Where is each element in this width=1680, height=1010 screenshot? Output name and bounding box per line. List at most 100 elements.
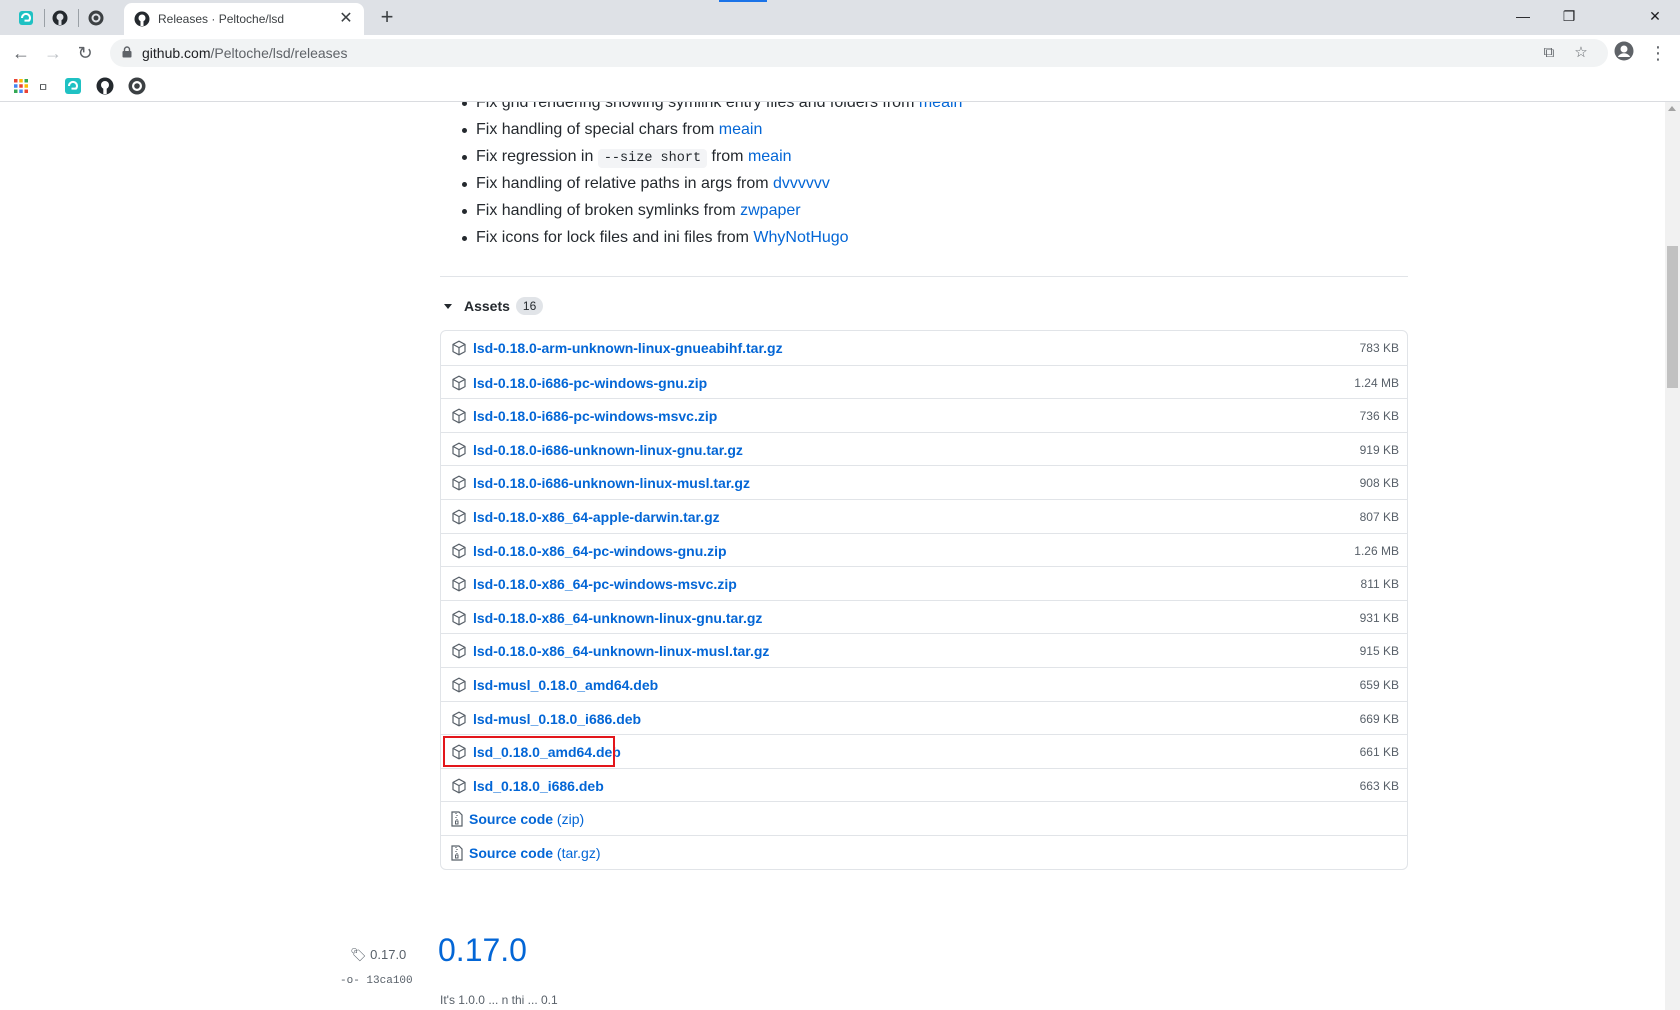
asset-row: lsd-0.18.0-x86_64-pc-windows-msvc.zip 811… — [441, 566, 1407, 600]
asset-row: lsd_0.18.0_i686.deb 663 KB — [441, 767, 1407, 802]
scroll-up-arrow-icon[interactable] — [1668, 106, 1676, 111]
divider — [440, 276, 1408, 277]
asset-row: lsd-musl_0.18.0_i686.deb 669 KB — [441, 700, 1407, 735]
tab-title: Releases · Peltoche/lsd — [158, 12, 285, 26]
commit-label[interactable]: -o- 13ca100 — [340, 975, 413, 987]
author-link[interactable]: meain — [719, 121, 763, 138]
tab-drag-indicator — [719, 0, 767, 2]
package-icon — [452, 543, 466, 558]
minimize-button[interactable]: — — [1500, 4, 1546, 28]
author-link[interactable]: meain — [919, 102, 963, 111]
page-scrollbar[interactable] — [1665, 102, 1680, 1010]
asset-size: 807 KB — [1359, 509, 1399, 524]
back-button[interactable]: ← — [9, 41, 33, 65]
package-icon — [452, 475, 466, 491]
bookmarks-bar: ㅁ — [0, 71, 1680, 102]
author-link[interactable]: zwpaper — [740, 202, 800, 219]
asset-download-link[interactable]: lsd-0.18.0-i686-pc-windows-msvc.zip — [473, 408, 717, 424]
restore-button[interactable]: ❐ — [1546, 4, 1592, 28]
package-icon — [452, 711, 466, 726]
edge-app-icon[interactable] — [64, 77, 82, 95]
author-link[interactable]: dvvvvvv — [773, 175, 830, 192]
scroll-thumb[interactable] — [1667, 246, 1678, 388]
tag-label[interactable]: 🏷 0.17.0 — [350, 947, 406, 963]
asset-size: 663 KB — [1359, 778, 1399, 793]
lock-icon[interactable] — [122, 46, 132, 58]
asset-download-link[interactable]: lsd-musl_0.18.0_amd64.deb — [473, 677, 658, 693]
asset-download-link[interactable]: lsd-0.18.0-i686-unknown-linux-musl.tar.g… — [473, 475, 750, 491]
asset-download-link[interactable]: lsd-0.18.0-x86_64-apple-darwin.tar.gz — [473, 509, 720, 525]
url-text[interactable]: github.com/Peltoche/lsd/releases — [142, 45, 347, 61]
asset-size: 931 KB — [1359, 610, 1399, 625]
asset-row: lsd_0.18.0_amd64.deb 661 KB — [441, 734, 1407, 768]
source-code-row: Source code (zip) — [441, 801, 1407, 835]
commit-icon: -o- — [340, 975, 360, 987]
note-item: Fix regression in --size short from meai… — [462, 148, 792, 168]
asset-download-link[interactable]: lsd-0.18.0-x86_64-pc-windows-msvc.zip — [473, 576, 737, 592]
asset-download-link[interactable]: lsd-0.18.0-i686-pc-windows-gnu.zip — [473, 375, 707, 391]
globe-bird-icon[interactable] — [128, 77, 146, 95]
asset-row: lsd-musl_0.18.0_amd64.deb 659 KB — [441, 666, 1407, 701]
note-item: Fix grid rendering showing symlink entry… — [461, 102, 963, 112]
asset-download-link[interactable]: lsd-0.18.0-arm-unknown-linux-gnueabihf.t… — [473, 340, 783, 356]
asset-row: lsd-0.18.0-i686-unknown-linux-musl.tar.g… — [441, 465, 1407, 499]
page-content: Fix grid rendering showing symlink entry… — [0, 102, 1665, 1010]
package-icon — [452, 340, 466, 356]
tab-site[interactable] — [86, 8, 106, 28]
author-link[interactable]: meain — [748, 148, 792, 165]
asset-size: 919 KB — [1359, 442, 1399, 457]
reload-button[interactable]: ↻ — [73, 41, 97, 65]
bookmark-hangul-icon[interactable]: ㅁ — [36, 77, 54, 95]
apps-grid-icon[interactable] — [12, 77, 30, 95]
file-zip-icon — [451, 845, 463, 861]
asset-size: 669 KB — [1359, 711, 1399, 726]
package-icon — [452, 408, 466, 424]
github-icon — [134, 11, 150, 27]
asset-size: 783 KB — [1359, 341, 1399, 355]
asset-download-link[interactable]: lsd_0.18.0_i686.deb — [473, 778, 604, 794]
asset-row: lsd-0.18.0-arm-unknown-linux-gnueabihf.t… — [441, 331, 1407, 365]
source-code-row: Source code (tar.gz) — [441, 834, 1407, 869]
tab-releases[interactable]: Releases · Peltoche/lsd ✕ — [124, 3, 364, 35]
source-code-link[interactable]: Source code (tar.gz) — [469, 845, 601, 861]
bookmark-star-icon[interactable]: ☆ — [1572, 44, 1590, 62]
close-tab-icon[interactable]: ✕ — [336, 9, 356, 29]
note-item: Fix handling of relative paths in args f… — [462, 175, 830, 192]
forward-button[interactable]: → — [41, 41, 65, 65]
browser-menu-icon[interactable]: ⋮ — [1646, 41, 1670, 65]
release-title-link[interactable]: 0.17.0 — [438, 932, 527, 969]
github-icon[interactable] — [96, 77, 114, 95]
assets-label: Assets — [464, 298, 510, 314]
tab-strip: Releases · Peltoche/lsd ✕ + — ❐ ✕ — [0, 0, 1680, 35]
asset-size: 811 KB — [1360, 577, 1399, 592]
asset-row: lsd-0.18.0-i686-pc-windows-msvc.zip 736 K… — [441, 398, 1407, 432]
address-bar[interactable]: github.com/Peltoche/lsd/releases ⧉ ☆ — [110, 39, 1608, 67]
package-icon — [452, 643, 466, 659]
source-code-link[interactable]: Source code (zip) — [469, 811, 584, 827]
asset-download-link[interactable]: lsd-musl_0.18.0_i686.deb — [473, 711, 641, 727]
globe-bird-icon — [88, 10, 104, 26]
asset-size: 659 KB — [1359, 677, 1399, 692]
asset-size: 1.24 MB — [1354, 375, 1399, 390]
note-item: Fix icons for lock files and ini files f… — [462, 229, 849, 246]
caret-down-icon — [444, 303, 452, 309]
tab-github[interactable] — [50, 8, 70, 28]
author-link[interactable]: WhyNotHugo — [753, 229, 848, 246]
asset-download-link[interactable]: lsd-0.18.0-x86_64-unknown-linux-gnu.tar.… — [473, 610, 762, 626]
assets-toggle[interactable]: Assets 16 — [440, 294, 544, 318]
highlight-box — [443, 736, 615, 768]
asset-download-link[interactable]: lsd-0.18.0-i686-unknown-linux-gnu.tar.gz — [473, 442, 743, 458]
tab-edge-app[interactable] — [16, 8, 36, 28]
translate-icon[interactable]: ⧉ — [1540, 44, 1558, 62]
asset-download-link[interactable]: lsd-0.18.0-x86_64-pc-windows-gnu.zip — [473, 543, 727, 559]
file-zip-icon — [451, 811, 463, 827]
asset-row: lsd-0.18.0-x86_64-unknown-linux-musl.tar… — [441, 633, 1407, 667]
asset-row: lsd-0.18.0-x86_64-apple-darwin.tar.gz 807… — [441, 498, 1407, 533]
package-icon — [452, 576, 466, 592]
asset-download-link[interactable]: lsd-0.18.0-x86_64-unknown-linux-musl.tar… — [473, 643, 769, 659]
close-window-button[interactable]: ✕ — [1632, 4, 1678, 28]
asset-size: 908 KB — [1359, 476, 1399, 491]
new-tab-button[interactable]: + — [374, 5, 400, 31]
package-icon — [452, 677, 466, 693]
profile-avatar-icon[interactable] — [1612, 41, 1636, 65]
